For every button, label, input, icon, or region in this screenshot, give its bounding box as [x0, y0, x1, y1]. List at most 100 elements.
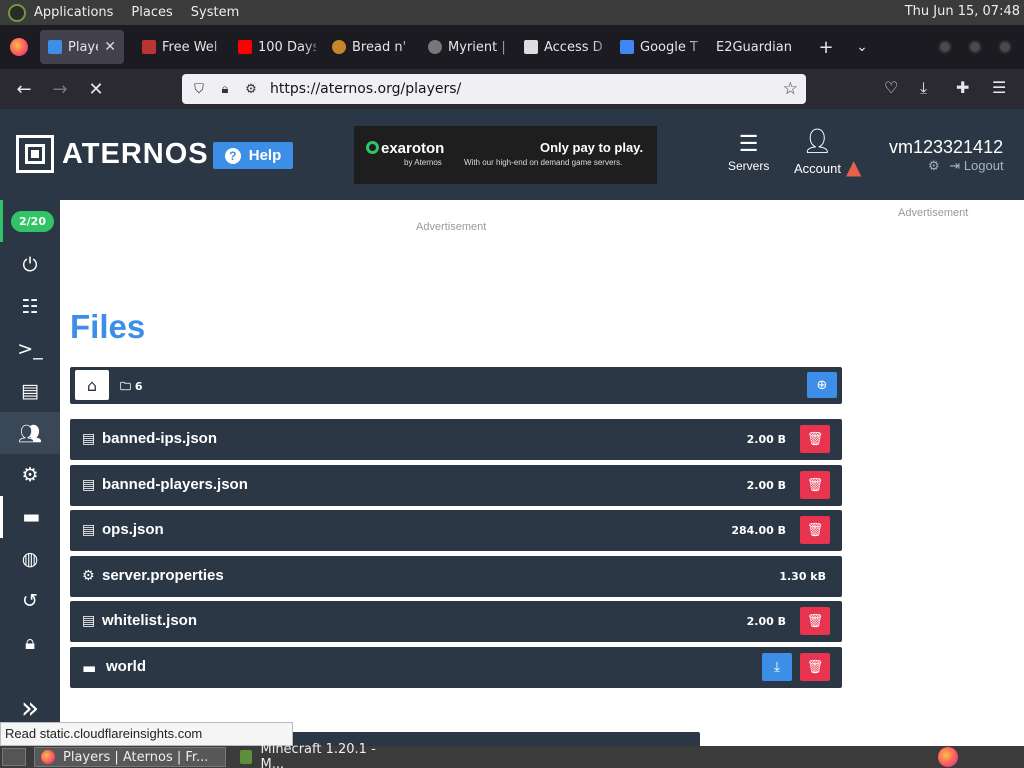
minimize-window-icon[interactable] — [938, 40, 952, 54]
show-desktop-icon[interactable] — [2, 748, 26, 766]
close-window-icon[interactable] — [998, 40, 1012, 54]
list-tabs-icon[interactable]: ⌄ — [844, 39, 880, 55]
file-row[interactable]: ▤ banned-ips.json 2.00 B 🗑︎ — [70, 419, 842, 460]
extensions-icon[interactable]: ✚ — [956, 78, 969, 97]
download-button[interactable]: ⤓ — [762, 653, 792, 681]
tab-access[interactable]: Access D — [516, 29, 612, 65]
bookmark-star-icon[interactable]: ☆ — [783, 79, 798, 99]
system-menu[interactable]: System — [191, 5, 239, 20]
app-menu-icon[interactable]: ☰ — [992, 78, 1006, 97]
taskbar-item-minecraft[interactable]: Minecraft 1.20.1 - M... — [234, 742, 394, 768]
logout-label: Logout — [963, 158, 1004, 173]
download-icon: ⤓ — [773, 659, 781, 675]
url-text[interactable]: https://aternos.org/players/ — [270, 81, 461, 97]
taskbar-item-label: Players | Aternos | Fr... — [63, 749, 209, 765]
top-panel: Applications Places System Thu Jun 15, 0… — [0, 0, 1024, 25]
file-name[interactable]: banned-players.json — [102, 476, 248, 493]
delete-button[interactable]: 🗑︎ — [800, 607, 830, 635]
places-menu[interactable]: Places — [131, 5, 172, 20]
logout-link[interactable]: ⚙ ⇥ Logout — [928, 158, 1004, 174]
settings-icon[interactable]: ⚙ — [0, 454, 60, 496]
breadcrumb: 🗀︎ 6 — [120, 378, 143, 397]
applications-menu[interactable]: Applications — [34, 5, 113, 20]
file-row[interactable]: ▤ banned-players.json 2.00 B 🗑︎ — [70, 465, 842, 506]
players-icon[interactable]: 👥︎ — [0, 412, 60, 454]
firefox-tray-icon[interactable] — [938, 747, 958, 767]
url-bar[interactable]: ⛉ 🔒︎ ⚙ https://aternos.org/players/ ☆ — [182, 74, 806, 104]
console-icon[interactable]: >_ — [0, 328, 60, 370]
options-icon[interactable]: ☷ — [0, 286, 60, 328]
distro-logo-icon[interactable] — [8, 3, 26, 22]
delete-button[interactable]: 🗑︎ — [800, 425, 830, 453]
tracking-shield-icon[interactable]: ⛉ — [186, 82, 212, 97]
home-icon: ⌂ — [86, 375, 98, 395]
folder-icon: ▬ — [82, 659, 97, 677]
tab-bread[interactable]: Bread n' — [324, 29, 420, 65]
delete-button[interactable]: 🗑︎ — [800, 516, 830, 544]
ad-label-center: Advertisement — [416, 221, 487, 233]
gear-icon[interactable]: ⚙ — [928, 158, 940, 173]
help-button[interactable]: ? Help — [213, 142, 293, 169]
myrient-favicon-icon — [428, 40, 442, 54]
clock[interactable]: Thu Jun 15, 07:48 — [905, 4, 1020, 19]
taskbar-item-firefox[interactable]: Players | Aternos | Fr... — [34, 747, 226, 767]
bottom-taskbar: Players | Aternos | Fr... Minecraft 1.20… — [0, 742, 1024, 768]
maximize-window-icon[interactable] — [968, 40, 982, 54]
aternos-logo[interactable]: ATERNOS — [16, 135, 209, 173]
power-icon[interactable]: ⏻ — [0, 244, 60, 286]
firefox-view-icon[interactable] — [10, 38, 28, 56]
files-icon[interactable]: ▬ — [0, 496, 60, 538]
config-file-icon: ⚙ — [82, 568, 95, 584]
delete-button[interactable]: 🗑︎ — [800, 471, 830, 499]
worlds-icon[interactable]: ◍ — [0, 538, 60, 580]
exaroton-ad-banner[interactable]: exaroton by Aternos Only pay to play. Wi… — [354, 126, 657, 184]
new-folder-button[interactable]: ⊕ — [807, 372, 837, 398]
tab-players[interactable]: Players ✕ — [40, 30, 124, 64]
pocket-icon[interactable]: ♡ — [884, 78, 898, 97]
account-link[interactable]: 👤︎ Account — [794, 127, 841, 176]
downloads-icon[interactable]: ⤓ — [920, 78, 927, 98]
account-gear-icon: 👤︎ — [802, 128, 833, 155]
permissions-icon[interactable]: ⚙ — [238, 82, 264, 97]
file-row[interactable]: ⚙ server.properties 1.30 kB — [70, 556, 842, 597]
file-row[interactable]: ▤ ops.json 284.00 B 🗑︎ — [70, 510, 842, 551]
close-tab-icon[interactable]: ✕ — [104, 39, 116, 55]
ad-label-right: Advertisement — [898, 207, 969, 219]
logout-icon: ⇥ — [949, 158, 961, 173]
file-row[interactable]: ▤ whitelist.json 2.00 B 🗑︎ — [70, 601, 842, 642]
firefox-icon — [41, 750, 55, 764]
new-tab-button[interactable]: + — [808, 37, 844, 58]
folder-row[interactable]: ▬ world ⤓ 🗑︎ — [70, 647, 842, 688]
page-title: Files — [70, 308, 146, 345]
stop-loading-icon[interactable]: ✕ — [78, 74, 114, 104]
servers-link[interactable]: ☰ Servers — [728, 131, 769, 173]
tab-e2guardian[interactable]: E2Guardian — [708, 29, 804, 65]
tab-100-days[interactable]: 100 Days — [230, 29, 324, 65]
file-name[interactable]: server.properties — [102, 567, 224, 584]
home-folder-button[interactable]: ⌂ — [75, 370, 109, 400]
file-size: 1.30 kB — [779, 570, 826, 583]
file-name[interactable]: whitelist.json — [102, 612, 197, 629]
lock-icon[interactable]: 🔒︎ — [212, 82, 238, 97]
help-label: Help — [248, 147, 282, 164]
trash-icon: 🗑︎ — [806, 522, 824, 538]
tab-google-translate[interactable]: Google T — [612, 29, 708, 65]
file-size: 2.00 B — [746, 615, 786, 628]
ad-logo-sub: by Aternos — [404, 158, 442, 167]
status-accent-bar — [0, 200, 3, 242]
backups-icon[interactable]: ↺ — [0, 580, 60, 622]
trash-icon: 🗑︎ — [806, 431, 824, 447]
back-icon[interactable]: ← — [6, 74, 42, 104]
folder-count: 6 — [134, 380, 143, 393]
file-size: 2.00 B — [746, 433, 786, 446]
file-size: 2.00 B — [746, 479, 786, 492]
forward-icon[interactable]: → — [42, 74, 78, 104]
tab-free-web[interactable]: Free Wel — [134, 29, 230, 65]
file-name[interactable]: ops.json — [102, 521, 164, 538]
tab-myrient[interactable]: Myrient | — [420, 29, 516, 65]
file-name[interactable]: banned-ips.json — [102, 430, 217, 447]
folder-name[interactable]: world — [106, 658, 146, 675]
log-icon[interactable]: ▤ — [0, 370, 60, 412]
delete-button[interactable]: 🗑︎ — [800, 653, 830, 681]
access-icon[interactable]: 🔒︎ — [0, 622, 60, 664]
